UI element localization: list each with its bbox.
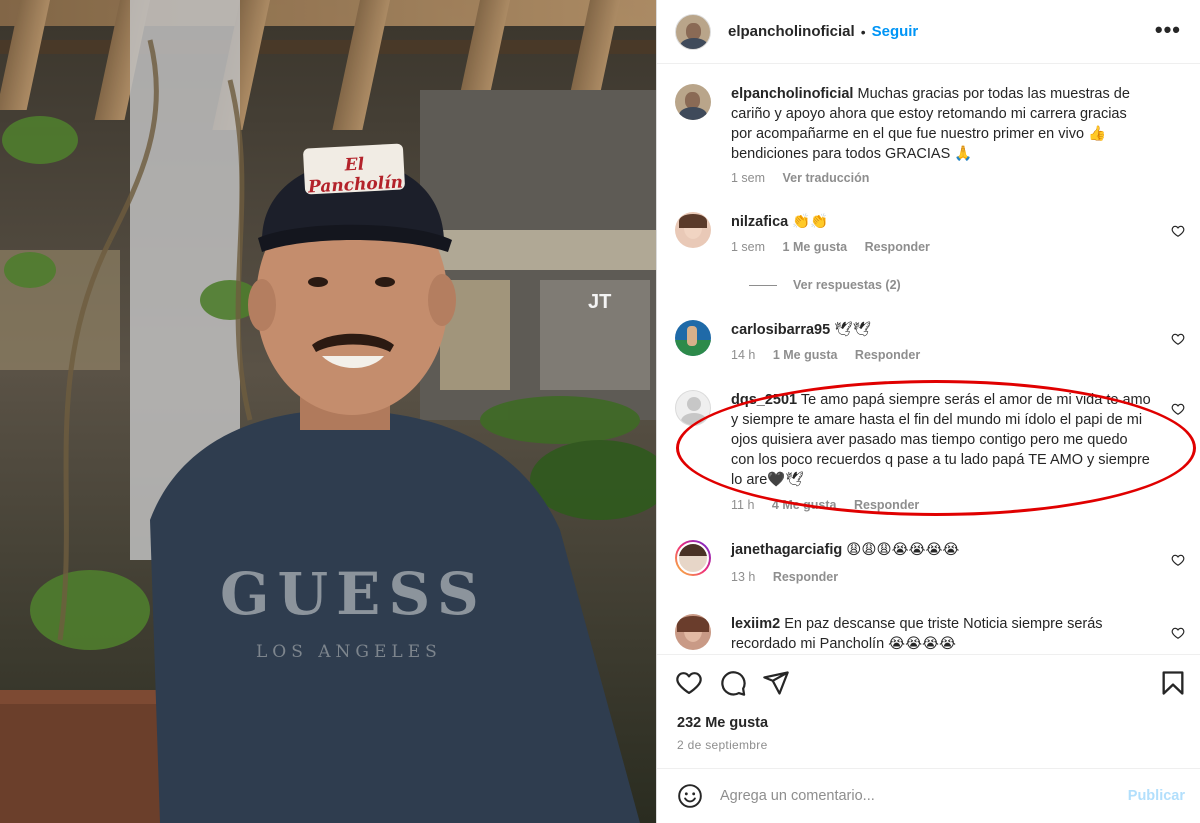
comment-likes[interactable]: 1 Me gusta [783, 240, 848, 254]
post-photo[interactable]: JT El Pancholín GUESS LOS ANGELES [0, 0, 656, 823]
author-username[interactable]: elpancholinoficial [728, 23, 855, 40]
comment-like-heart-icon[interactable] [1171, 402, 1185, 416]
caption-time[interactable]: 1 sem [731, 171, 765, 185]
comment-username[interactable]: lexiim2 [731, 616, 780, 632]
comment-input[interactable]: Agrega un comentario... [720, 788, 875, 804]
comments-list[interactable]: elpancholinoficial Muchas gracias por to… [657, 64, 1200, 654]
view-replies-line [749, 284, 777, 286]
author-avatar[interactable] [675, 13, 711, 50]
heart-icon[interactable] [675, 669, 703, 697]
view-replies-button[interactable]: Ver respuestas (2) [749, 278, 901, 292]
follow-button[interactable]: Seguir [872, 23, 919, 40]
comment-item-highlighted: dqs_2501 Te amo papá siempre serás el am… [675, 390, 1185, 516]
comment-meta: 14 h 1 Me gusta Responder [731, 348, 934, 362]
comment-text-block: carlosibarra95 🕊🕊 [731, 320, 1151, 340]
emoji-smile-icon[interactable] [677, 783, 703, 809]
comment-text-block: lexiim2 En paz descanse que triste Notic… [731, 614, 1151, 654]
view-replies-label: Ver respuestas (2) [793, 278, 901, 292]
post-actions: 232 Me gusta 2 de septiembre [657, 654, 1200, 768]
comment-time[interactable]: 14 h [731, 348, 755, 362]
comment-text: 😩😩😩😭😭😭😭 [846, 542, 960, 558]
comment-like-heart-icon[interactable] [1171, 553, 1185, 567]
comment-item: carlosibarra95 🕊🕊 14 h 1 Me gusta Respon… [675, 320, 1185, 370]
comment-text: 👏👏 [792, 214, 829, 230]
commenter-avatar[interactable] [675, 390, 711, 426]
comment-likes[interactable]: 1 Me gusta [773, 348, 838, 362]
comment-like-heart-icon[interactable] [1171, 332, 1185, 346]
shirt-brand-text: GUESS [220, 560, 487, 628]
comment-time[interactable]: 13 h [731, 570, 755, 584]
commenter-avatar[interactable] [675, 212, 711, 248]
cap-logo-text: El Pancholín [307, 154, 404, 198]
comment-like-heart-icon[interactable] [1171, 224, 1185, 238]
comment-like-heart-icon[interactable] [1171, 626, 1185, 640]
comment-likes[interactable]: 4 Me gusta [772, 498, 837, 512]
add-comment-bar: Agrega un comentario... Publicar [657, 768, 1200, 823]
comment-username[interactable]: janethagarciafig [731, 542, 842, 558]
comment-text-block: janethagarciafig 😩😩😩😭😭😭😭 [731, 540, 1151, 560]
comment-icon[interactable] [719, 669, 747, 697]
svg-text:JT: JT [588, 291, 611, 313]
post-header: elpancholinoficial • Seguir ••• [657, 0, 1200, 64]
likes-count[interactable]: 232 Me gusta [677, 715, 768, 731]
bookmark-icon[interactable] [1159, 669, 1187, 697]
translate-link[interactable]: Ver traducción [783, 171, 870, 185]
post-caption: elpancholinoficial Muchas gracias por to… [675, 84, 1185, 194]
comment-meta: 11 h 4 Me gusta Responder [731, 498, 933, 512]
comment-item: janethagarciafig 😩😩😩😭😭😭😭 13 h Responder [675, 540, 1185, 590]
caption-author-avatar[interactable] [675, 84, 711, 120]
separator-dot: • [860, 23, 866, 40]
comment-time[interactable]: 1 sem [731, 240, 765, 254]
commenter-avatar[interactable] [675, 614, 711, 650]
comment-username[interactable]: nilzafica [731, 214, 788, 230]
caption-meta: 1 sem Ver traducción [731, 171, 883, 185]
reply-button[interactable]: Responder [865, 240, 930, 254]
publish-button[interactable]: Publicar [1128, 788, 1185, 804]
comment-username[interactable]: dqs_2501 [731, 392, 797, 408]
comment-text-block: nilzafica 👏👏 [731, 212, 1151, 232]
comment-text: 🕊🕊 [834, 322, 872, 338]
reply-button[interactable]: Responder [773, 570, 838, 584]
paper-plane-icon[interactable] [762, 669, 790, 697]
commenter-avatar[interactable] [675, 320, 711, 356]
caption-username[interactable]: elpancholinoficial [731, 86, 853, 102]
comment-time[interactable]: 11 h [731, 498, 754, 512]
comment-username[interactable]: carlosibarra95 [731, 322, 830, 338]
post-side-panel: elpancholinoficial • Seguir ••• elpancho… [656, 0, 1200, 823]
reply-button[interactable]: Responder [854, 498, 919, 512]
comment-text: En paz descanse que triste Noticia siemp… [731, 616, 1103, 652]
comment-text-block: dqs_2501 Te amo papá siempre serás el am… [731, 390, 1151, 490]
comment-meta: 1 sem 1 Me gusta Responder [731, 240, 944, 254]
comment-meta: 13 h Responder [731, 570, 852, 584]
caption-text-block: elpancholinoficial Muchas gracias por to… [731, 84, 1151, 164]
reply-button[interactable]: Responder [855, 348, 920, 362]
shirt-subtext: LOS ANGELES [256, 642, 442, 662]
commenter-avatar[interactable] [675, 540, 711, 576]
more-options-icon[interactable]: ••• [1155, 19, 1181, 41]
comment-item: nilzafica 👏👏 1 sem 1 Me gusta Responder … [675, 212, 1185, 302]
post-date[interactable]: 2 de septiembre [677, 738, 768, 752]
comment-item: lexiim2 En paz descanse que triste Notic… [675, 614, 1185, 654]
